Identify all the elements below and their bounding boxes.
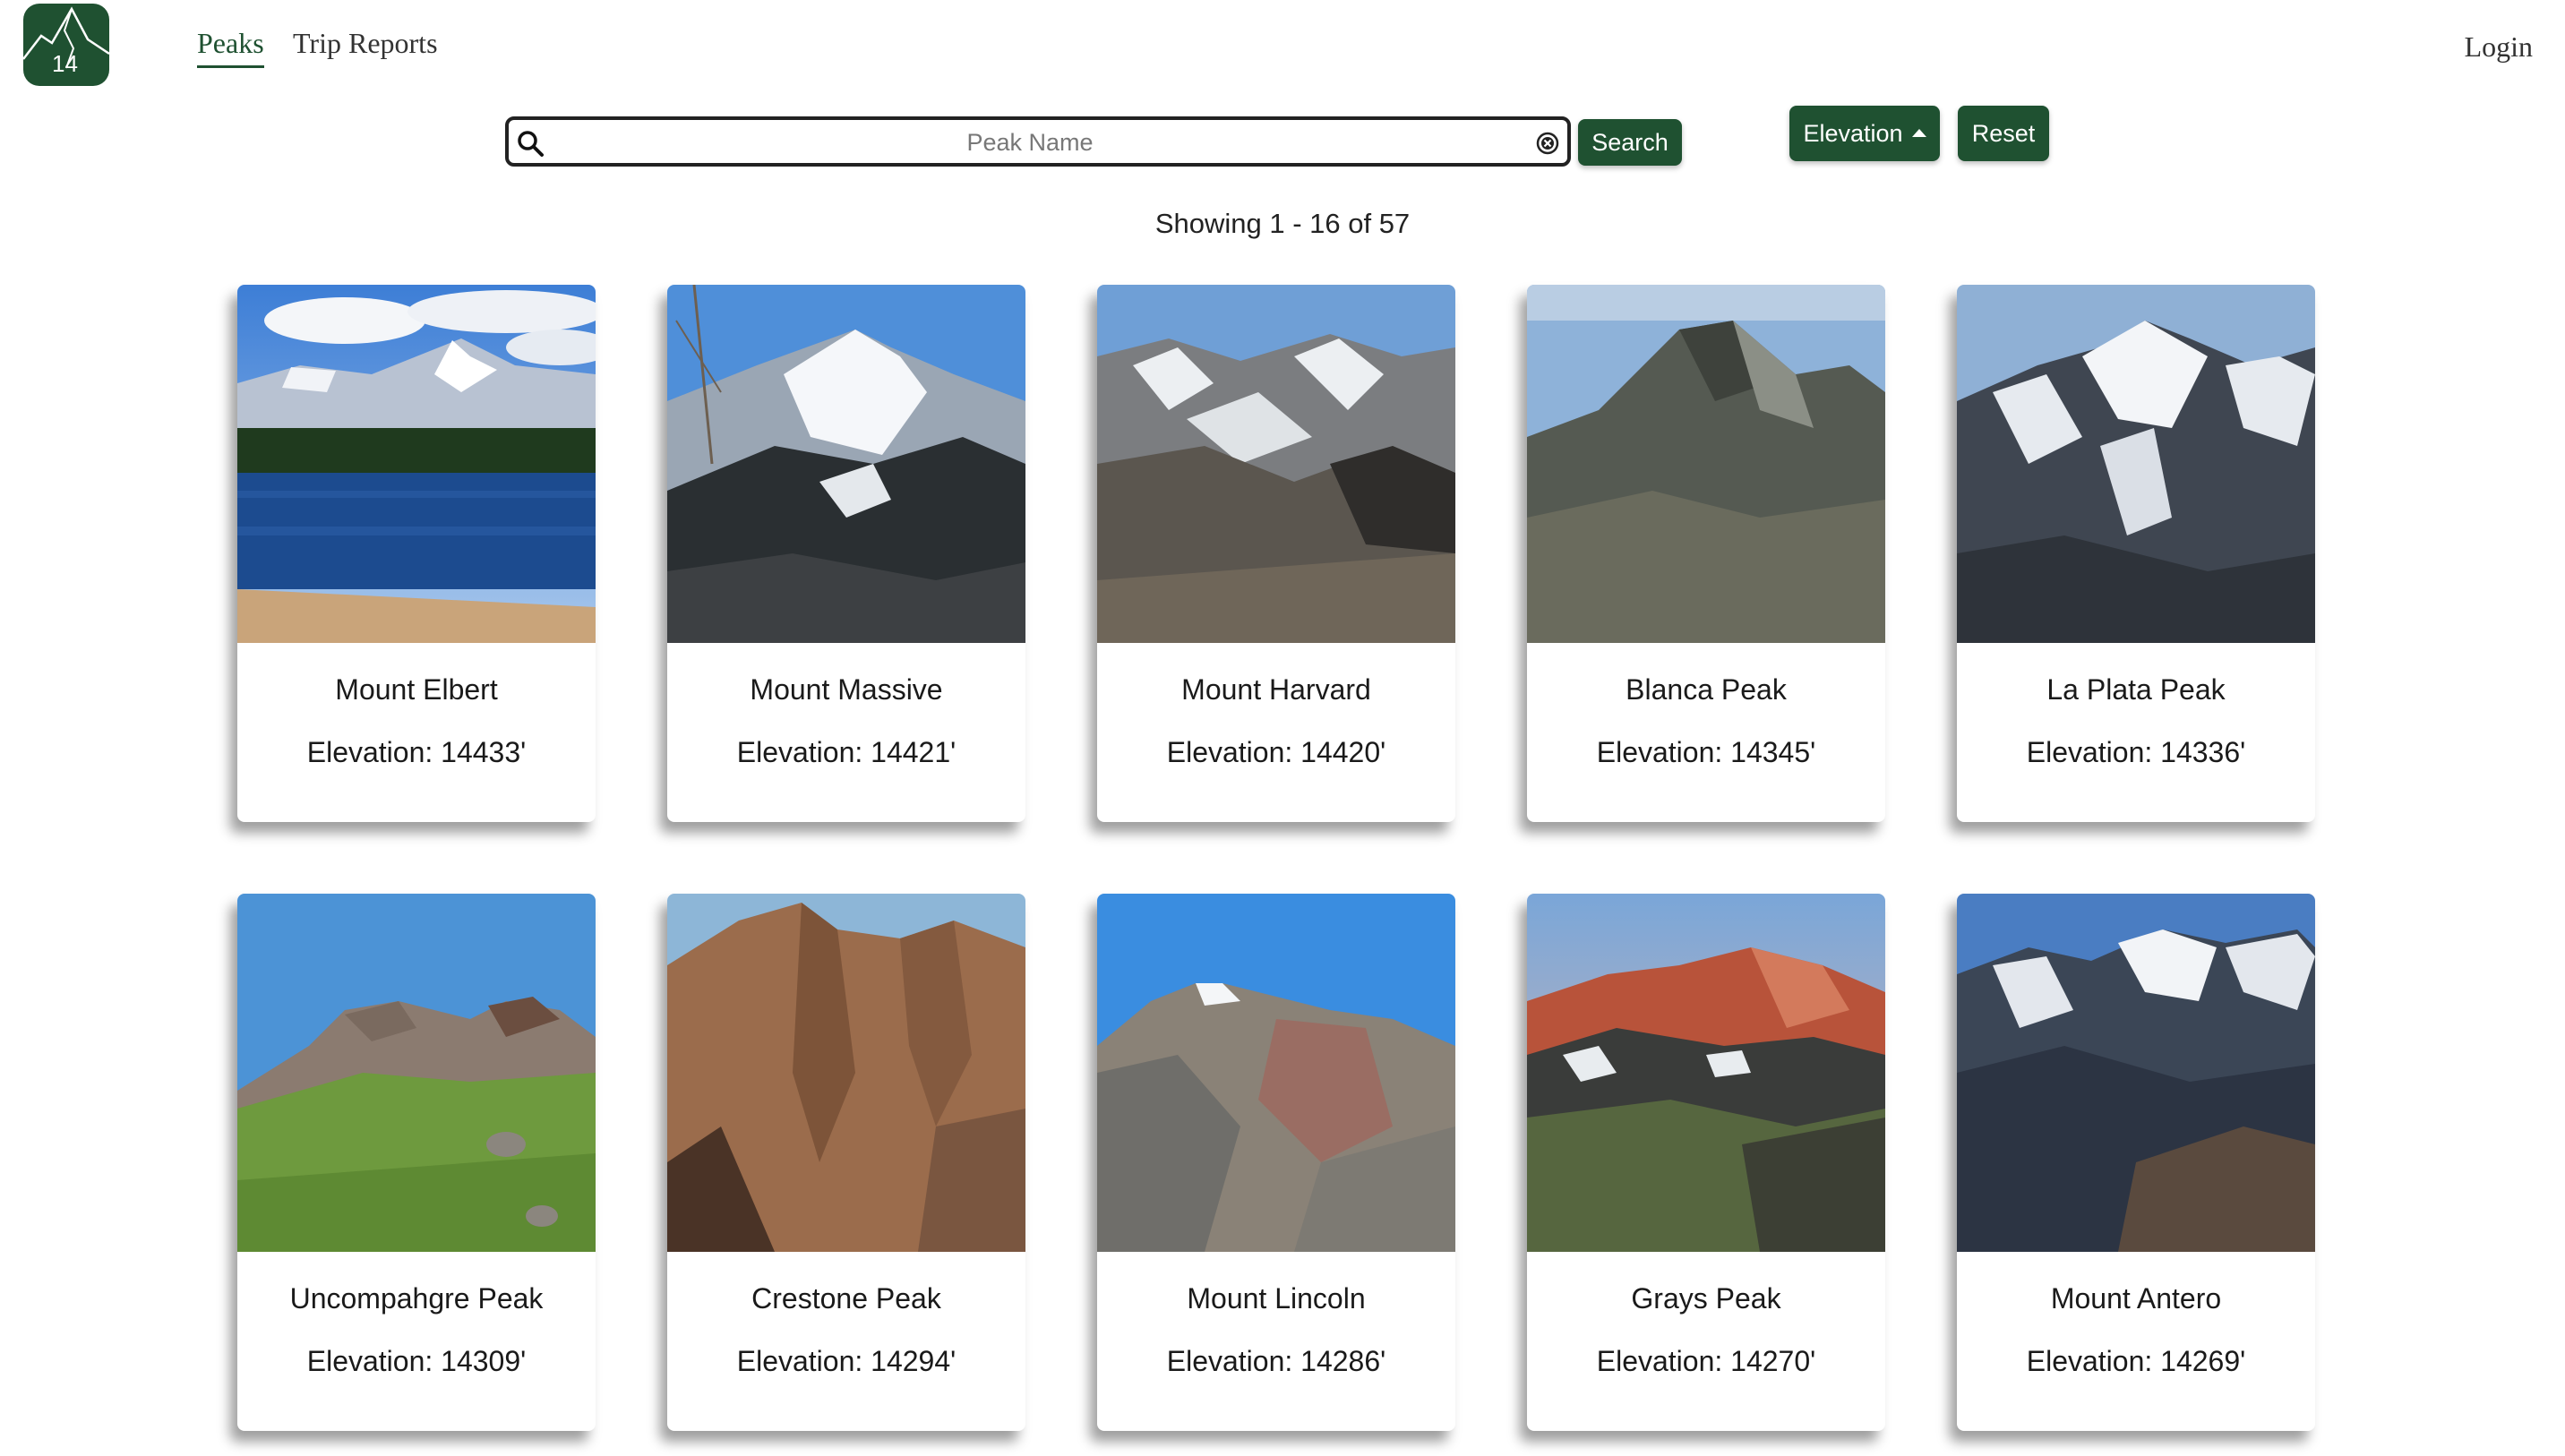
site-logo[interactable]: 14 — [23, 4, 109, 86]
results-count: Showing 1 - 16 of 57 — [1154, 208, 1411, 239]
peak-photo — [237, 894, 596, 1252]
peak-name: Grays Peak — [1631, 1282, 1781, 1315]
peak-name: Mount Antero — [2050, 1282, 2222, 1315]
peak-elevation: Elevation: 14420' — [1166, 736, 1386, 768]
peak-card[interactable]: Crestone Peak Elevation: 14294' — [667, 894, 1025, 1431]
peak-card[interactable]: Mount Massive Elevation: 14421' — [667, 285, 1025, 822]
peak-name: Crestone Peak — [751, 1282, 941, 1315]
peak-photo — [667, 285, 1025, 643]
sort-label: Elevation — [1803, 119, 1903, 147]
search-button[interactable]: Search — [1578, 119, 1682, 166]
peak-photo — [1527, 894, 1885, 1252]
nav-peaks[interactable]: Peaks — [197, 27, 264, 68]
peak-name: Mount Elbert — [335, 673, 498, 706]
peak-card[interactable]: Mount Elbert Elevation: 14433' — [237, 285, 596, 822]
search-bar — [505, 116, 1571, 167]
peak-elevation: Elevation: 14286' — [1166, 1345, 1386, 1377]
peak-card[interactable]: Mount Antero Elevation: 14269' — [1957, 894, 2315, 1431]
peak-elevation: Elevation: 14336' — [2026, 736, 2246, 768]
sort-elevation-button[interactable]: Elevation — [1789, 106, 1940, 161]
peak-elevation: Elevation: 14270' — [1596, 1345, 1816, 1377]
peak-name: Uncompahgre Peak — [289, 1282, 544, 1315]
peak-card[interactable]: Uncompahgre Peak Elevation: 14309' — [237, 894, 596, 1431]
peak-photo — [1957, 285, 2315, 643]
peak-name: Mount Massive — [750, 673, 943, 706]
peak-card[interactable]: Mount Lincoln Elevation: 14286' — [1097, 894, 1455, 1431]
peak-name: La Plata Peak — [2046, 673, 2226, 706]
search-input[interactable] — [553, 124, 1506, 161]
logo-text: 14 — [52, 50, 78, 77]
peak-name: Mount Harvard — [1181, 673, 1371, 706]
peak-photo — [1527, 285, 1885, 643]
peak-photo — [1957, 894, 2315, 1252]
peak-elevation: Elevation: 14345' — [1596, 736, 1816, 768]
caret-up-icon — [1911, 128, 1926, 137]
login-link[interactable]: Login — [2465, 30, 2533, 64]
peak-photo — [237, 285, 596, 643]
peak-photo — [1097, 894, 1455, 1252]
peak-photo — [667, 894, 1025, 1252]
peak-elevation: Elevation: 14309' — [306, 1345, 527, 1377]
peak-elevation: Elevation: 14433' — [306, 736, 527, 768]
search-icon — [518, 131, 544, 157]
peak-card[interactable]: La Plata Peak Elevation: 14336' — [1957, 285, 2315, 822]
peak-name: Mount Lincoln — [1187, 1282, 1366, 1315]
peak-elevation: Elevation: 14421' — [736, 736, 957, 768]
reset-button[interactable]: Reset — [1958, 106, 2049, 161]
nav-trip-reports[interactable]: Trip Reports — [293, 27, 438, 60]
peak-photo — [1097, 285, 1455, 643]
peak-name: Blanca Peak — [1626, 673, 1787, 706]
peak-elevation: Elevation: 14294' — [736, 1345, 957, 1377]
peak-card[interactable]: Blanca Peak Elevation: 14345' — [1527, 285, 1885, 822]
peak-elevation: Elevation: 14269' — [2026, 1345, 2246, 1377]
peak-card[interactable]: Grays Peak Elevation: 14270' — [1527, 894, 1885, 1431]
peak-card[interactable]: Mount Harvard Elevation: 14420' — [1097, 285, 1455, 822]
clear-icon[interactable] — [1535, 131, 1560, 156]
